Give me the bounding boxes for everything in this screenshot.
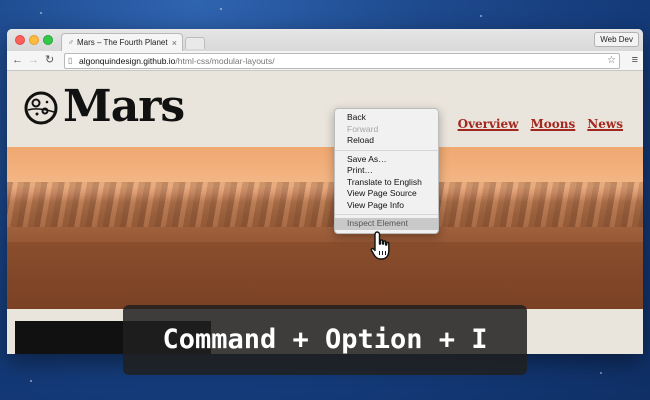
background-star bbox=[600, 372, 602, 374]
page-icon: ▯ bbox=[68, 56, 73, 65]
menu-item-print[interactable]: Print… bbox=[335, 165, 438, 177]
context-menu: Back Forward Reload Save As… Print… Tran… bbox=[334, 108, 439, 234]
url-host: algonquindesign.github.io bbox=[79, 56, 176, 66]
menu-item-reload[interactable]: Reload bbox=[335, 135, 438, 147]
hero-image bbox=[7, 147, 643, 309]
browser-tab[interactable]: ♂ Mars – The Fourth Planet × bbox=[61, 33, 183, 51]
mars-favicon-icon: ♂ bbox=[68, 38, 74, 47]
hamburger-menu-icon[interactable]: ≡ bbox=[632, 54, 638, 66]
zoom-window-button[interactable] bbox=[43, 35, 53, 45]
bookmark-star-icon[interactable]: ☆ bbox=[607, 54, 616, 68]
background-star bbox=[30, 380, 32, 382]
rock-ridge bbox=[7, 182, 643, 227]
mars-logo-icon bbox=[24, 91, 58, 125]
close-tab-icon[interactable]: × bbox=[172, 38, 177, 48]
menu-separator bbox=[335, 149, 438, 151]
url-path: /html-css/modular-layouts/ bbox=[175, 56, 275, 66]
browser-toolbar: ← → ↻ ▯ algonquindesign.github.io/html-c… bbox=[7, 51, 643, 71]
background-star bbox=[480, 15, 482, 17]
title-bar: ♂ Mars – The Fourth Planet × Web Dev bbox=[7, 29, 643, 51]
extension-button[interactable]: Web Dev bbox=[594, 32, 639, 47]
site-header: Mars Overview Moons News bbox=[7, 71, 643, 147]
address-bar[interactable]: ▯ algonquindesign.github.io/html-css/mod… bbox=[64, 53, 620, 69]
background-star bbox=[40, 12, 42, 14]
menu-item-back[interactable]: Back bbox=[335, 112, 438, 124]
nav-link-overview[interactable]: Overview bbox=[458, 117, 519, 131]
tab-title: Mars – The Fourth Planet bbox=[77, 38, 168, 47]
close-window-button[interactable] bbox=[15, 35, 25, 45]
menu-separator bbox=[335, 214, 438, 215]
martian-ground bbox=[7, 242, 643, 309]
nav-link-moons[interactable]: Moons bbox=[531, 117, 576, 131]
menu-item-forward[interactable]: Forward bbox=[335, 124, 438, 136]
hand-pointer-icon bbox=[370, 231, 390, 260]
menu-item-save-as[interactable]: Save As… bbox=[335, 154, 438, 166]
site-nav: Overview Moons News bbox=[458, 117, 623, 131]
forward-arrow-icon[interactable]: → bbox=[28, 53, 39, 67]
nav-link-news[interactable]: News bbox=[587, 117, 623, 131]
background-star bbox=[220, 8, 222, 10]
minimize-window-button[interactable] bbox=[29, 35, 39, 45]
back-arrow-icon[interactable]: ← bbox=[12, 53, 23, 67]
new-tab-button[interactable] bbox=[185, 37, 205, 49]
keyboard-shortcut-banner: Command + Option + I bbox=[123, 305, 527, 375]
menu-item-translate[interactable]: Translate to English bbox=[335, 177, 438, 189]
site-logo[interactable]: Mars bbox=[63, 81, 185, 132]
menu-item-inspect-element[interactable]: Inspect Element bbox=[335, 218, 438, 230]
menu-item-view-source[interactable]: View Page Source bbox=[335, 188, 438, 200]
reload-icon[interactable]: ↻ bbox=[45, 53, 54, 67]
menu-item-page-info[interactable]: View Page Info bbox=[335, 200, 438, 212]
